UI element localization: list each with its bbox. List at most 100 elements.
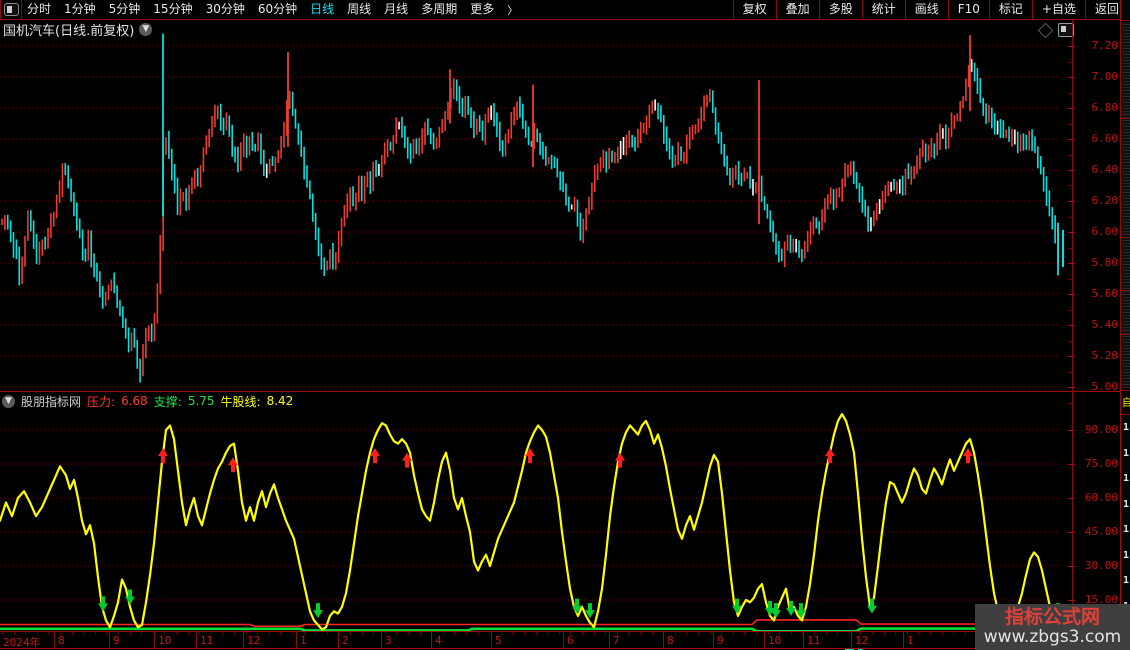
action-button-7[interactable]: 标记 (988, 0, 1032, 19)
pane-split-icon[interactable] (1058, 23, 1074, 37)
candle-bar (142, 344, 144, 377)
period-tab-8[interactable]: 周线 (347, 0, 371, 19)
candle-bar (933, 143, 936, 159)
candle-bar (35, 233, 38, 265)
period-tab-9[interactable]: 月线 (384, 0, 408, 19)
y-axis-label: 6.60 (1091, 132, 1119, 145)
candle-bar (415, 138, 418, 155)
candle-bar (254, 143, 257, 152)
candle-bar (265, 163, 268, 178)
period-tab-6[interactable]: 60分钟 (258, 0, 297, 19)
period-tab-11[interactable]: 更多 (470, 0, 494, 19)
month-label: 7 (613, 634, 620, 647)
candle-bar (159, 235, 162, 294)
action-button-2[interactable]: 叠加 (775, 0, 819, 19)
candle-bar (628, 130, 631, 148)
chevron-down-icon[interactable]: ▼ (139, 23, 153, 36)
candle-bar (291, 91, 294, 116)
panel-toggle-icon[interactable] (4, 3, 19, 16)
candle-bar (1054, 215, 1056, 244)
main-candlestick-chart[interactable] (0, 28, 1060, 392)
candle-bar (950, 112, 953, 138)
minor-tick-mark (686, 632, 687, 635)
candle-bar (792, 238, 795, 253)
candle-bar (562, 171, 564, 193)
candle-bar (847, 164, 849, 178)
candle-bar (979, 78, 982, 103)
candle-bar (1, 218, 3, 226)
period-tab-1[interactable]: 分时 (27, 0, 51, 19)
candle-bar (898, 179, 901, 194)
action-button-8[interactable]: +自选 (1031, 0, 1085, 19)
candle-bar (608, 147, 610, 170)
sell-signal-arrow-down (98, 596, 108, 612)
chevron-down-icon[interactable]: ▼ (2, 394, 15, 408)
candle-bar (386, 139, 389, 158)
action-button-4[interactable]: 统计 (861, 0, 905, 19)
candle-bar (780, 248, 783, 262)
period-tab-10[interactable]: 多周期 (421, 0, 457, 19)
y-axis-label: 60.00 (1084, 490, 1118, 504)
action-button-3[interactable]: 多股 (818, 0, 862, 19)
candle-bar (504, 133, 507, 157)
period-tab-2[interactable]: 1分钟 (64, 0, 96, 19)
candle-bar (15, 239, 18, 260)
candle-bar (789, 234, 792, 253)
candle-bar (395, 117, 397, 144)
sidebar-top-char: 自 (1122, 398, 1130, 409)
diamond-icon[interactable] (1037, 22, 1054, 38)
candle-bar (165, 137, 167, 155)
y-tick-mark (1068, 139, 1075, 140)
candle-bar (1045, 176, 1048, 206)
month-separator (296, 632, 297, 648)
candle-bar (372, 161, 374, 192)
candle-bar (743, 167, 746, 182)
action-button-6[interactable]: F10 (947, 0, 989, 19)
candle-bar (510, 111, 513, 139)
candle-bar (32, 220, 35, 249)
candle-bar (358, 175, 360, 203)
month-separator (563, 632, 564, 648)
month-separator (764, 632, 765, 648)
candle-bar (516, 101, 518, 121)
candle-bar (156, 283, 159, 324)
action-button-5[interactable]: 画线 (904, 0, 948, 19)
period-tab-5[interactable]: 30分钟 (206, 0, 245, 19)
period-tab-3[interactable]: 5分钟 (109, 0, 141, 19)
y-tick-mark (1068, 263, 1075, 264)
candle-bar (930, 137, 933, 158)
candle-bar (858, 182, 861, 203)
candle-bar (576, 199, 579, 227)
candle-bar (985, 103, 987, 124)
candle-bar (182, 191, 185, 201)
candle-bar (694, 124, 697, 135)
strip-separator (1121, 118, 1130, 119)
candle-bar (52, 211, 55, 227)
minor-tick-mark (953, 632, 954, 635)
candle-bar (366, 171, 369, 188)
candle-bar (734, 165, 737, 180)
candle-bar (64, 163, 67, 176)
candle-bar (565, 183, 567, 206)
action-button-1[interactable]: 复权 (732, 0, 776, 19)
oscillator-indicator-chart[interactable] (0, 400, 1060, 636)
period-tab-4[interactable]: 15分钟 (153, 0, 192, 19)
candle-bar (878, 199, 881, 215)
candle-bar (752, 178, 754, 196)
candle-spike (1057, 222, 1059, 276)
candle-bar (1008, 126, 1010, 142)
chevron-right-icon[interactable]: 〉 (507, 2, 518, 18)
minor-tick-mark (733, 632, 734, 635)
action-buttons: 复权 叠加 多股 统计 画线 F10 标记 +自选 返回 (732, 0, 1129, 19)
candle-bar (409, 143, 412, 164)
pressure-label: 压力: (87, 394, 116, 409)
month-label: 2 (342, 634, 349, 647)
month-label: 10 (768, 634, 782, 647)
period-tab-7[interactable]: 日线 (310, 0, 334, 19)
candle-bar (720, 131, 723, 155)
candle-bar (455, 79, 458, 102)
candle-bar (729, 167, 731, 186)
y-minor-tick (1068, 124, 1072, 125)
candle-bar (798, 240, 800, 258)
minor-tick-mark (95, 632, 96, 635)
